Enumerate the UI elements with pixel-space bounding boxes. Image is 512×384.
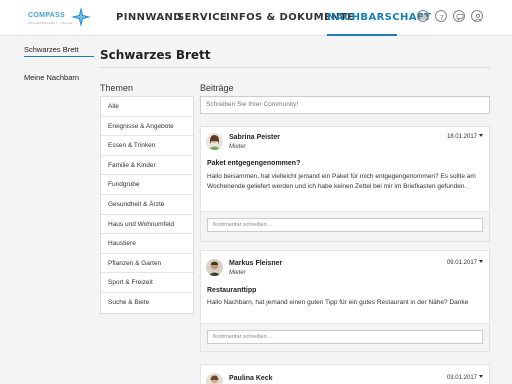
avatar[interactable] bbox=[206, 133, 223, 150]
post-comment-area: Kommentar schreiben ... bbox=[201, 323, 489, 351]
logo-subtitle: NACHBARSCHAFT · ONLINE bbox=[28, 21, 73, 25]
topic-item-haus[interactable]: Haus und Wohnumfeld bbox=[101, 215, 193, 235]
topic-item-haustiere[interactable]: Haustiere bbox=[101, 234, 193, 254]
nav-nachbarschaft[interactable]: NACHBARSCHAFT bbox=[327, 12, 431, 23]
post-date[interactable]: 18.01.2017 bbox=[447, 134, 483, 140]
user-icon[interactable] bbox=[471, 10, 483, 22]
post-author[interactable]: Sabrina Peister bbox=[229, 134, 280, 141]
sidebar-item-meine-nachbarn[interactable]: Meine Nachbarn bbox=[24, 73, 79, 82]
topic-item-ereignisse[interactable]: Ereignisse & Angebote bbox=[101, 117, 193, 137]
topic-item-pflanzen[interactable]: Pflanzen & Garten bbox=[101, 254, 193, 274]
page-title: Schwarzes Brett bbox=[100, 48, 211, 62]
post-date-text: 09.01.2017 bbox=[446, 260, 477, 266]
nav-active-underline bbox=[327, 34, 397, 36]
topic-item-gesundheit[interactable]: Gesundheit & Ärzte bbox=[101, 195, 193, 215]
post-card: Markus Fleisner Mieter 09.01.2017 Restau… bbox=[200, 250, 490, 352]
topic-item-familie[interactable]: Familie & Kinder bbox=[101, 156, 193, 176]
sidebar-item-schwarzes-brett[interactable]: Schwarzes Brett bbox=[24, 45, 79, 54]
post-comment-area: Kommentar schreiben ... bbox=[201, 211, 489, 241]
topics-heading: Themen bbox=[100, 83, 134, 93]
post-author[interactable]: Markus Fleisner bbox=[229, 260, 282, 267]
post-title: Restauranttipp bbox=[207, 287, 257, 294]
post-role: Mieter bbox=[229, 144, 246, 150]
mail-icon[interactable] bbox=[417, 10, 429, 22]
post-title: Paket entgegengenommen? bbox=[207, 160, 301, 167]
nav-pinnwand[interactable]: PINNWAND bbox=[116, 12, 182, 23]
post-author[interactable]: Paulina Keck bbox=[229, 375, 273, 382]
posts-heading: Beiträge bbox=[200, 83, 234, 93]
title-divider bbox=[100, 67, 490, 68]
post-date-text: 03.01.2017 bbox=[446, 375, 477, 381]
post-card: Sabrina Peister Mieter 18.01.2017 Paket … bbox=[200, 126, 490, 242]
post-date[interactable]: 03.01.2017 bbox=[447, 375, 483, 381]
post-card: Paulina Keck 03.01.2017 bbox=[200, 364, 490, 384]
top-header: COMPASS NACHBARSCHAFT · ONLINE PINNWAND … bbox=[0, 0, 512, 36]
chevron-down-icon bbox=[479, 375, 483, 378]
help-icon[interactable]: ? bbox=[435, 10, 447, 22]
compass-star-icon bbox=[71, 7, 91, 27]
topic-item-alle[interactable]: Alle bbox=[101, 97, 193, 117]
avatar[interactable] bbox=[206, 373, 223, 384]
post-body: Hallo beisammen, hat vielleicht jemand e… bbox=[207, 173, 476, 190]
svg-text:?: ? bbox=[440, 14, 444, 22]
logo-text: COMPASS bbox=[28, 12, 65, 19]
chevron-down-icon bbox=[479, 260, 483, 263]
nav-service[interactable]: SERVICE bbox=[177, 12, 227, 23]
comment-input[interactable]: Kommentar schreiben ... bbox=[207, 330, 483, 344]
topic-item-suche[interactable]: Suche & Biete bbox=[101, 293, 193, 313]
post-date-text: 18.01.2017 bbox=[446, 134, 477, 140]
topic-item-fundgrube[interactable]: Fundgrube bbox=[101, 175, 193, 195]
topic-item-sport[interactable]: Sport & Freizeit bbox=[101, 273, 193, 293]
avatar[interactable] bbox=[206, 259, 223, 276]
post-role: Mieter bbox=[229, 270, 246, 276]
sidebar-active-underline bbox=[24, 56, 94, 57]
post-date[interactable]: 09.01.2017 bbox=[447, 260, 483, 266]
chat-icon[interactable] bbox=[453, 10, 465, 22]
topic-item-essen[interactable]: Essen & Trinken bbox=[101, 136, 193, 156]
topics-list: Alle Ereignisse & Angebote Essen & Trink… bbox=[100, 96, 194, 314]
post-body: Hallo Nachbarn, hat jemand einen guten T… bbox=[207, 299, 469, 306]
chevron-down-icon bbox=[479, 134, 483, 137]
post-input[interactable]: Schreiben Sie Ihrer Community! bbox=[200, 96, 490, 114]
comment-input[interactable]: Kommentar schreiben ... bbox=[207, 218, 483, 232]
compass-logo[interactable]: COMPASS NACHBARSCHAFT · ONLINE bbox=[28, 6, 91, 30]
